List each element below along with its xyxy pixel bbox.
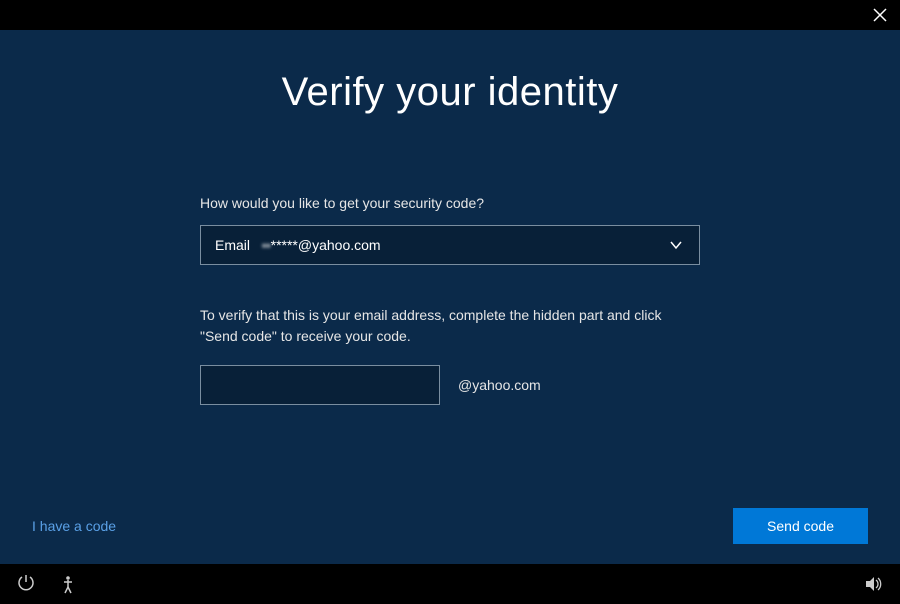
page-title: Verify your identity — [200, 70, 700, 115]
instruction-text: To verify that this is your email addres… — [200, 305, 680, 347]
i-have-a-code-link[interactable]: I have a code — [32, 518, 116, 534]
power-icon[interactable] — [16, 574, 36, 594]
chevron-down-icon — [667, 236, 685, 254]
method-select-label: Email ▪▪*****@yahoo.com — [215, 237, 381, 253]
taskbar — [0, 564, 900, 604]
ease-of-access-icon[interactable] — [58, 574, 78, 594]
taskbar-left — [16, 574, 78, 594]
main-panel: Verify your identity How would you like … — [0, 30, 900, 564]
method-select[interactable]: Email ▪▪*****@yahoo.com — [200, 225, 700, 265]
email-row: @yahoo.com — [200, 365, 700, 405]
email-suffix-label: @yahoo.com — [458, 377, 541, 393]
title-bar — [0, 0, 900, 30]
email-prefix-input[interactable] — [200, 365, 440, 405]
send-code-button[interactable]: Send code — [733, 508, 868, 544]
close-icon[interactable] — [872, 7, 888, 23]
volume-icon[interactable] — [864, 574, 884, 594]
prompt-text: How would you like to get your security … — [200, 195, 700, 211]
footer-row: I have a code Send code — [32, 508, 868, 544]
